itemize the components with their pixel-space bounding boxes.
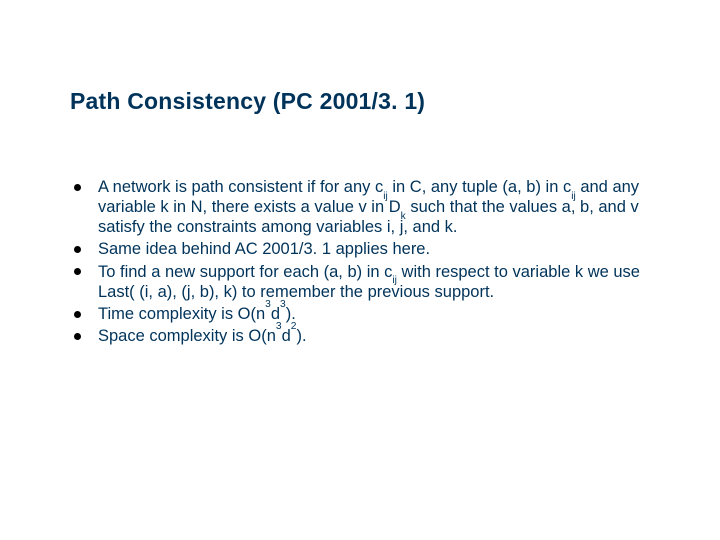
slide-title: Path Consistency (PC 2001/3. 1)	[70, 88, 650, 115]
bullet-text: Same idea behind AC 2001/3. 1 applies he…	[98, 240, 430, 258]
bullet-text: Space complexity is O(n3d2).	[98, 327, 307, 345]
bullet-item: Same idea behind AC 2001/3. 1 applies he…	[70, 239, 642, 259]
bullet-item: To find a new support for each (a, b) in…	[70, 262, 642, 302]
slide: Path Consistency (PC 2001/3. 1) A networ…	[0, 0, 720, 540]
bullet-text: A network is path consistent if for any …	[98, 178, 639, 236]
bullet-item: A network is path consistent if for any …	[70, 177, 642, 237]
bullet-list: A network is path consistent if for any …	[70, 177, 650, 346]
bullet-text: Time complexity is O(n3d3).	[98, 305, 296, 323]
bullet-item: Space complexity is O(n3d2).	[70, 326, 642, 346]
bullet-item: Time complexity is O(n3d3).	[70, 304, 642, 324]
bullet-text: To find a new support for each (a, b) in…	[98, 263, 640, 301]
